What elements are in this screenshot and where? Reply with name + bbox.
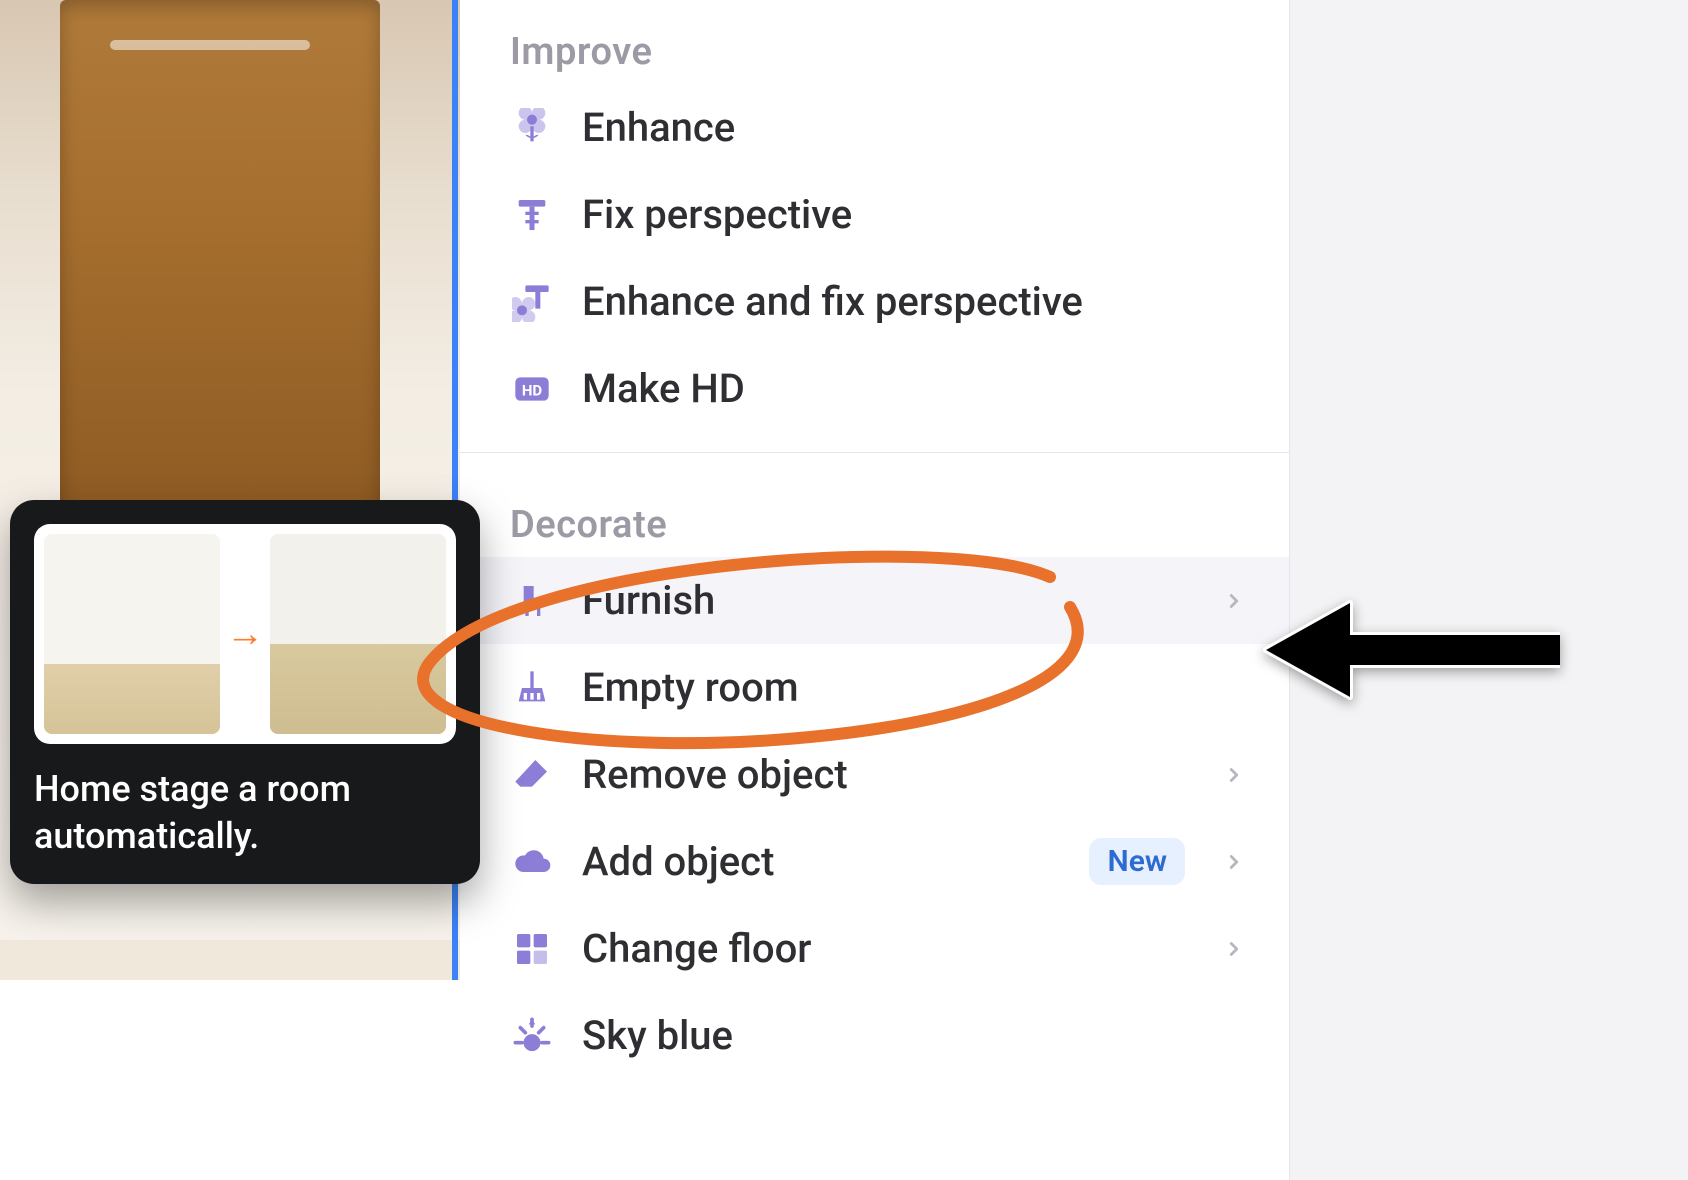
new-badge: New: [1089, 838, 1185, 885]
tooltip-before-after: →: [34, 524, 456, 744]
svg-text:HD: HD: [522, 381, 543, 399]
app-stage: Improve Enhance Fix perspective Enhance …: [0, 0, 1688, 1180]
menu-item-add-object[interactable]: Add object New: [460, 818, 1289, 905]
flower-icon: [510, 106, 554, 150]
menu-item-label: Add object: [582, 838, 1061, 885]
chevron-right-icon: [1223, 929, 1249, 969]
menu-item-enhance[interactable]: Enhance: [460, 84, 1289, 171]
actions-menu: Improve Enhance Fix perspective Enhance …: [460, 0, 1290, 1180]
menu-item-remove-object[interactable]: Remove object: [460, 731, 1289, 818]
tooltip-thumb-before: [44, 534, 220, 734]
cloud-icon: [510, 840, 554, 884]
menu-item-label: Fix perspective: [582, 191, 1249, 238]
menu-item-make-hd[interactable]: HD Make HD: [460, 345, 1289, 432]
chevron-right-icon: [1223, 755, 1249, 795]
photo-baseboard: [0, 940, 460, 980]
section-label-improve: Improve: [460, 0, 1289, 84]
menu-item-label: Empty room: [582, 664, 1249, 711]
chevron-right-icon: [1223, 842, 1249, 882]
chevron-right-icon: [1223, 581, 1249, 621]
menu-item-fix-perspective[interactable]: Fix perspective: [460, 171, 1289, 258]
menu-item-label: Enhance: [582, 104, 1249, 151]
menu-item-furnish[interactable]: Furnish: [460, 557, 1289, 644]
sun-icon: [510, 1014, 554, 1058]
section-label-decorate: Decorate: [460, 473, 1289, 557]
menu-item-label: Enhance and fix perspective: [582, 278, 1249, 325]
menu-item-change-floor[interactable]: Change floor: [460, 905, 1289, 992]
menu-item-label: Change floor: [582, 925, 1195, 972]
menu-item-label: Sky blue: [582, 1012, 1249, 1059]
perspective-icon: [510, 193, 554, 237]
menu-item-label: Make HD: [582, 365, 1249, 412]
hd-icon: HD: [510, 367, 554, 411]
chair-icon: [510, 579, 554, 623]
annotation-arrow: [1260, 595, 1560, 705]
menu-divider: [460, 452, 1289, 453]
tooltip-card: → Home stage a room automatically.: [10, 500, 480, 884]
tiles-icon: [510, 927, 554, 971]
arrow-right-icon: →: [220, 612, 270, 656]
tooltip-thumb-after: [270, 534, 446, 734]
menu-item-empty-room[interactable]: Empty room: [460, 644, 1289, 731]
photo-door: [60, 0, 380, 520]
enhance-fix-icon: [510, 280, 554, 324]
broom-icon: [510, 666, 554, 710]
menu-item-label: Furnish: [582, 577, 1195, 624]
menu-item-enhance-fix[interactable]: Enhance and fix perspective: [460, 258, 1289, 345]
right-empty-panel: [1290, 0, 1688, 1180]
menu-item-label: Remove object: [582, 751, 1195, 798]
tooltip-text: Home stage a room automatically.: [34, 766, 456, 860]
menu-item-sky-blue[interactable]: Sky blue: [460, 992, 1289, 1079]
eraser-icon: [510, 753, 554, 797]
